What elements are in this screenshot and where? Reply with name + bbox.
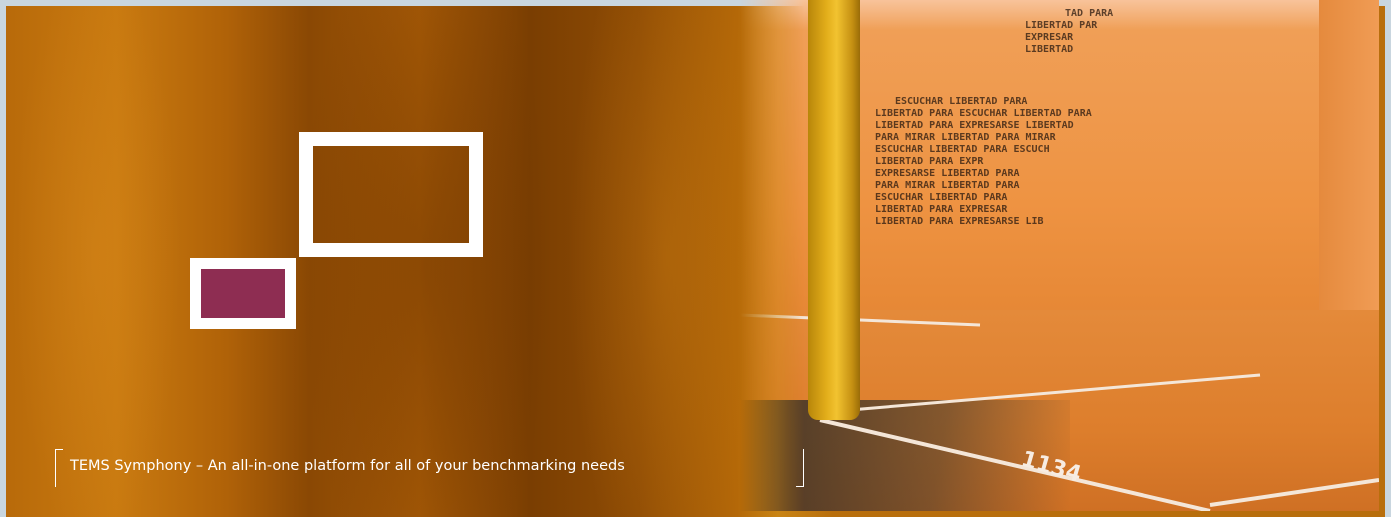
wall-line: LIBERTAD PAR [1025, 20, 1098, 31]
parking-line [849, 373, 1261, 412]
caption-bracket-left [55, 449, 63, 487]
support-pillar [808, 0, 860, 420]
wall-line: EXPRESARSE LIBERTAD PARA [875, 168, 1020, 179]
wall-line: ESCUCHAR LIBERTAD PARA [875, 192, 1008, 203]
wall-line: ESCUCHAR LIBERTAD PARA [895, 96, 1028, 107]
parking-line [740, 313, 981, 327]
parking-line [819, 418, 1211, 511]
wall-line: EXPRESAR [1025, 32, 1074, 43]
parking-line [1209, 478, 1379, 507]
bay-number: 1134 [1018, 447, 1084, 488]
wall-lettering: TAD PARA LIBERTAD PAR EXPRESAR LIBERTAD … [875, 8, 1135, 308]
wall-line: LIBERTAD PARA EXPR [875, 156, 984, 167]
banner-caption: TEMS Symphony – An all-in-one platform f… [55, 449, 804, 487]
wall-line: LIBERTAD PARA EXPRESARSE LIB [875, 216, 1044, 227]
wall-line: LIBERTAD [1025, 44, 1074, 55]
caption-text: TEMS Symphony – An all-in-one platform f… [70, 458, 625, 474]
wall-line: LIBERTAD PARA EXPRESARSE LIBERTAD [875, 120, 1074, 131]
decorative-frame-small [190, 258, 296, 329]
wall-line: PARA MIRAR LIBERTAD PARA MIRAR [875, 132, 1056, 143]
blurred-background [6, 6, 786, 517]
wall-line: LIBERTAD PARA EXPRESAR [875, 204, 1008, 215]
decorative-frame-large [299, 132, 483, 257]
wall-line: ESCUCHAR LIBERTAD PARA ESCUCH [875, 144, 1050, 155]
wall-line: PARA MIRAR LIBERTAD PARA [875, 180, 1020, 191]
caption-bracket-right [796, 449, 804, 487]
wall-line: TAD PARA [1065, 8, 1114, 19]
wall-line: LIBERTAD PARA ESCUCHAR LIBERTAD PARA [875, 108, 1092, 119]
